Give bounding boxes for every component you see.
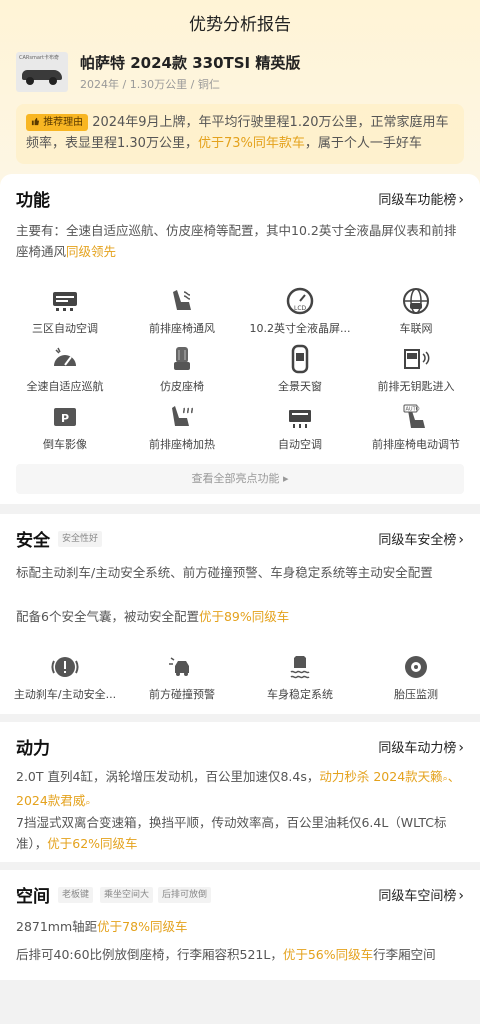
space-trunk-highlight: 优于56%同级车 — [282, 947, 374, 962]
feature-item[interactable]: 前方碰撞预警 — [122, 652, 242, 702]
function-desc: 主要有：全速自适应巡航、仿皮座椅等配置，其中10.2英寸全液晶屏仪表和前排座椅通… — [16, 223, 457, 259]
chevron-right-icon: › — [458, 740, 464, 756]
power-section: 动力 同级车动力榜 › 2.0T 直列4缸，涡轮增压发动机，百公里加速仅8.4s，… — [0, 722, 480, 862]
compare-car-link[interactable]: 2024款君威⌕ — [16, 793, 90, 808]
space-title: 空间 — [16, 887, 50, 907]
feature-item[interactable]: 前排座椅加热 — [122, 402, 242, 452]
feature-item[interactable]: 全速自适应巡航 — [5, 344, 125, 394]
brake-icon — [51, 657, 79, 677]
function-title: 功能 — [16, 191, 50, 211]
feature-item[interactable]: 前排座椅通风 — [122, 286, 242, 336]
feature-item[interactable]: AUTO 前排座椅电动调节 — [356, 402, 476, 452]
feature-item[interactable]: 胎压监测 — [356, 652, 476, 702]
tire-pressure-icon — [405, 656, 427, 678]
chevron-right-icon: › — [458, 192, 464, 208]
reason-text-end: ，属于个人一手好车 — [304, 136, 422, 151]
safety-rank-link[interactable]: 同级车安全榜 › — [378, 529, 464, 548]
thumbnail-brand-text: CARsmart卡布奇 — [19, 55, 59, 61]
car-summary[interactable]: CARsmart卡布奇 帕萨特 2024款 330TSI 精英版 2024年 /… — [16, 50, 466, 94]
space-wheelbase-desc: 2871mm轴距优于78%同级车 — [16, 919, 188, 934]
sunroof-icon — [291, 344, 309, 374]
recommend-reason: 推荐理由 2024年9月上牌，年平均行驶里程1.20万公里，正常家庭用车频率，表… — [16, 104, 464, 164]
svg-text:AUTO: AUTO — [406, 407, 420, 413]
ac-icon — [53, 292, 77, 311]
feature-item[interactable]: 主动刹车/主动安全... — [5, 652, 125, 702]
feature-item[interactable]: 全景天窗 — [240, 344, 360, 394]
view-all-features-button[interactable]: 查看全部亮点功能 ▸ — [16, 464, 464, 494]
car-thumbnail: CARsmart卡布奇 — [16, 52, 68, 92]
collision-icon — [169, 657, 189, 676]
thumbs-up-icon — [31, 117, 40, 126]
function-section: 功能 同级车功能榜 › 主要有：全速自适应巡航、仿皮座椅等配置，其中10.2英寸全… — [0, 174, 480, 504]
reason-highlight: 优于73%同年款车 — [197, 136, 305, 151]
car-meta: 2024年 / 1.30万公里 / 铜仁 — [80, 78, 220, 91]
power-engine-desc: 2.0T 直列4缸，涡轮增压发动机，百公里加速仅8.4s，动力秒杀 2024款天… — [16, 769, 461, 808]
svg-text:LCD: LCD — [294, 305, 307, 312]
chevron-right-icon: › — [458, 888, 464, 904]
keyless-icon — [404, 349, 430, 369]
recommend-tag: 推荐理由 — [26, 114, 89, 131]
seat-vent-icon — [173, 290, 191, 310]
space-rank-link[interactable]: 同级车空间榜 › — [378, 885, 464, 904]
connected-car-icon — [403, 288, 429, 314]
feature-item[interactable]: 前排无钥匙进入 — [356, 344, 476, 394]
chevron-right-icon: › — [458, 532, 464, 548]
leather-seat-icon — [174, 347, 190, 370]
reverse-camera-icon: P — [54, 408, 76, 426]
safety-desc: 标配主动刹车/主动安全系统、前方碰撞预警、车身稳定系统等主动安全配置 — [16, 565, 433, 580]
feature-item[interactable]: 车联网 — [356, 286, 476, 336]
stability-icon — [290, 656, 310, 679]
car-name: 帕萨特 2024款 330TSI 精英版 — [80, 54, 301, 72]
function-rank-link[interactable]: 同级车功能榜 › — [378, 189, 464, 208]
svg-text:P: P — [61, 412, 69, 425]
safety-title: 安全 — [16, 531, 50, 551]
power-highlight: 动力秒杀 — [319, 769, 370, 784]
safety-highlight: 优于89%同级车 — [198, 609, 290, 624]
space-tag: 老板键 — [58, 887, 94, 903]
power-rank-link[interactable]: 同级车动力榜 › — [378, 737, 464, 756]
compare-car-link[interactable]: 2024款天籁⌕ — [373, 769, 447, 784]
cruise-icon — [54, 347, 76, 366]
power-transmission-highlight: 优于62%同级车 — [47, 836, 138, 851]
safety-tag: 安全性好 — [58, 531, 103, 547]
auto-ac-icon — [289, 410, 311, 428]
feature-item[interactable]: LCD 10.2英寸全液晶屏... — [240, 286, 360, 336]
search-icon: ⌕ — [85, 798, 91, 808]
power-title: 动力 — [16, 739, 50, 759]
function-highlight: 同级领先 — [66, 244, 117, 259]
page-title: 优势分析报告 — [189, 15, 291, 35]
feature-item[interactable]: 三区自动空调 — [5, 286, 125, 336]
power-transmission-desc: 7挡湿式双离合变速箱，换挡平顺，传动效率高，百公里油耗仅6.4L（WLTC标准）… — [16, 815, 447, 851]
space-section: 空间 老板键 乘坐空间大 后排可放倒 同级车空间榜 › 2871mm轴距优于78%… — [0, 870, 480, 980]
feature-item[interactable]: 自动空调 — [240, 402, 360, 452]
space-trunk-desc: 后排可40:60比例放倒座椅，行李厢容积521L，优于56%同级车行李厢空间 — [16, 947, 436, 962]
space-tag: 乘坐空间大 — [100, 887, 154, 903]
feature-item[interactable]: 仿皮座椅 — [122, 344, 242, 394]
seat-heat-icon — [172, 406, 194, 426]
safety-section: 安全 安全性好 同级车安全榜 › 标配主动刹车/主动安全系统、前方碰撞预警、车身稳… — [0, 514, 480, 714]
feature-item[interactable]: 车身稳定系统 — [240, 652, 360, 702]
feature-item[interactable]: P 倒车影像 — [5, 402, 125, 452]
seat-adjust-icon: AUTO — [403, 404, 425, 428]
space-highlight: 优于78%同级车 — [97, 919, 188, 934]
lcd-gauge-icon: LCD — [286, 287, 314, 315]
space-tag: 后排可放倒 — [158, 887, 212, 903]
safety-airbag-desc: 配备6个安全气囊，被动安全配置优于89%同级车 — [16, 609, 290, 624]
